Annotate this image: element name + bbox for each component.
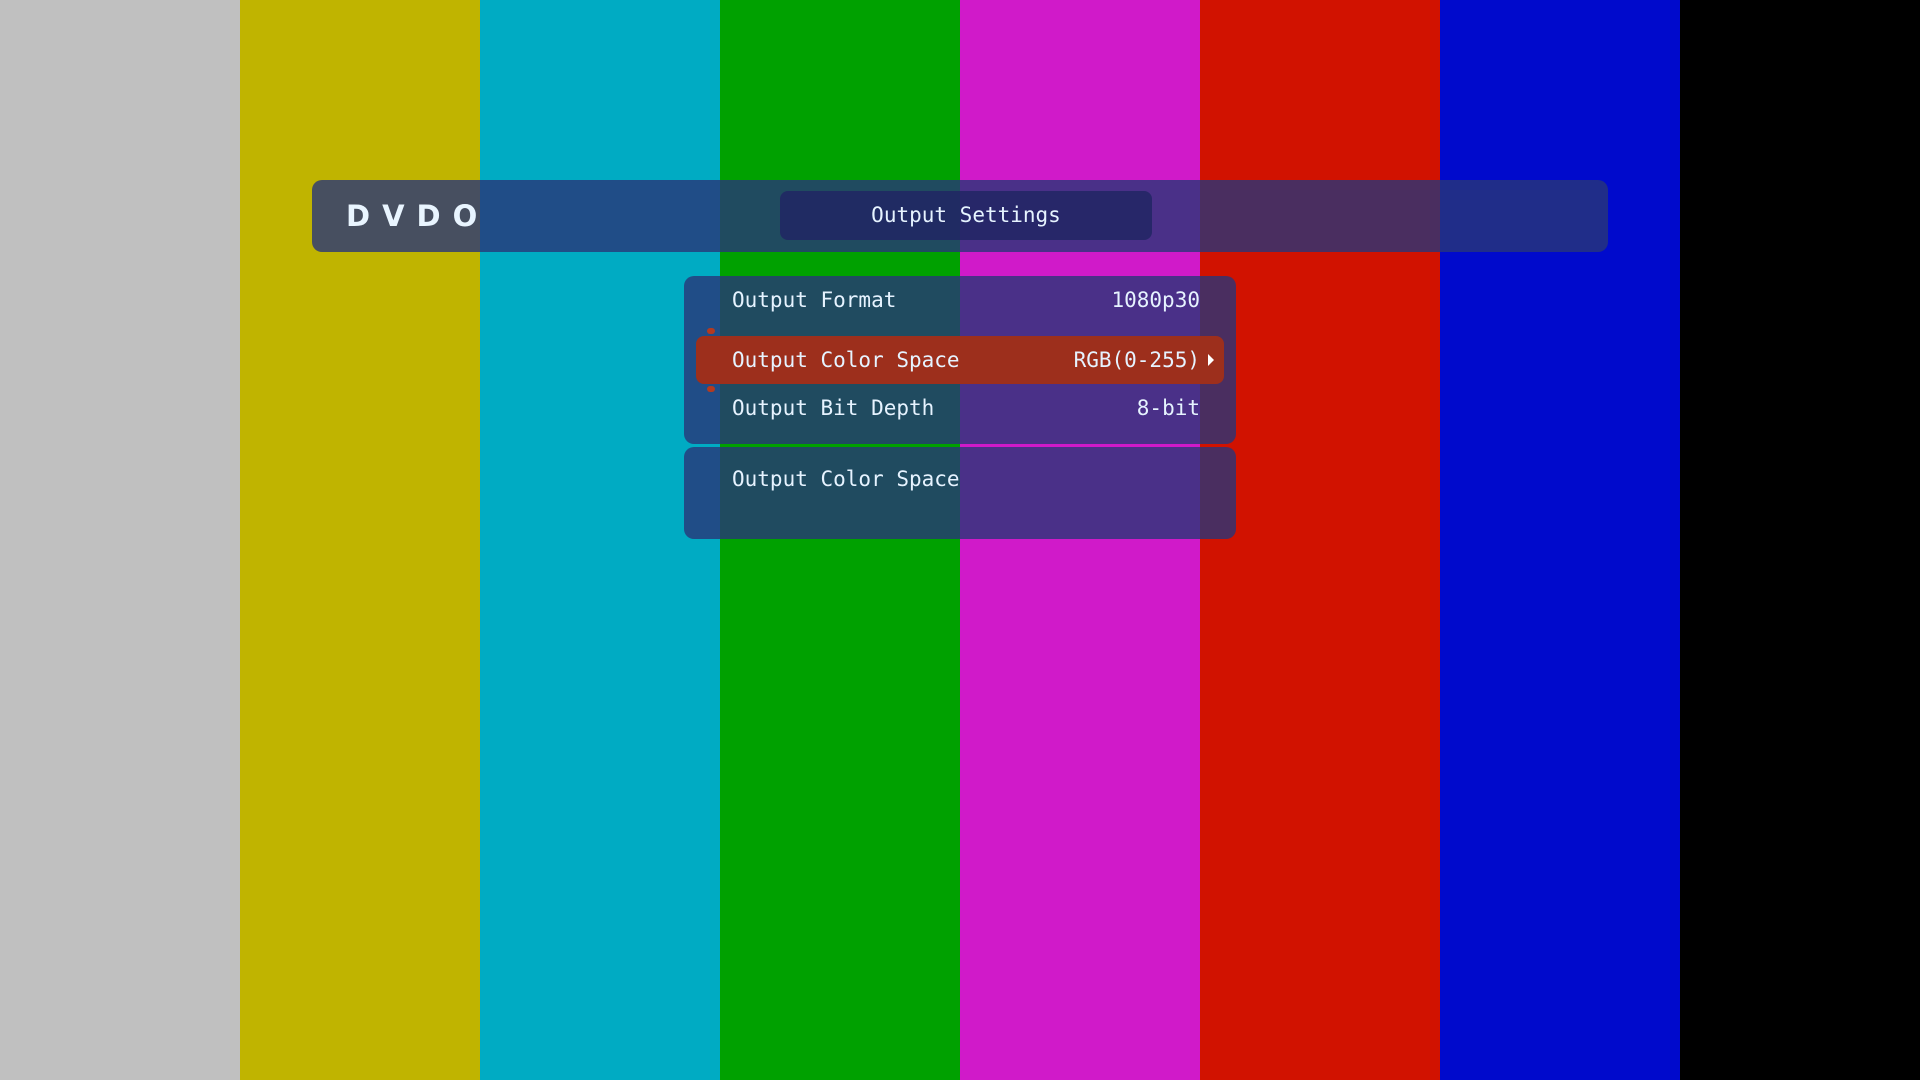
menu-item-value: 8-bit	[1136, 396, 1200, 420]
menu-item-value: RGB(0-255)	[1073, 348, 1200, 372]
menu-item-output-format[interactable]: Output Format 1080p30	[696, 276, 1224, 324]
page-title-text: Output Settings	[871, 203, 1061, 227]
settings-menu: Output Format 1080p30 Output Color Space…	[684, 276, 1236, 444]
bar-green	[720, 0, 960, 1080]
chevron-right-icon[interactable]	[1208, 354, 1214, 366]
screen: DVDO Output Settings Output Format 1080p…	[0, 0, 1920, 1080]
menu-item-output-bit-depth[interactable]: Output Bit Depth 8-bit	[696, 384, 1224, 432]
description-title: Output Color Space	[732, 467, 960, 491]
scroll-down-indicator-icon	[707, 386, 715, 392]
dvdo-logo: DVDO	[346, 199, 490, 233]
scroll-up-indicator-icon	[707, 328, 715, 334]
osd-header: DVDO Output Settings	[312, 180, 1608, 252]
bar-red	[1200, 0, 1440, 1080]
bar-gray	[0, 0, 240, 1080]
color-test-bars	[0, 0, 1920, 1080]
bar-black	[1680, 0, 1920, 1080]
menu-item-label: Output Format	[732, 288, 897, 312]
menu-item-label: Output Bit Depth	[732, 396, 935, 420]
bar-blue	[1440, 0, 1680, 1080]
menu-item-output-color-space[interactable]: Output Color Space RGB(0-255)	[696, 336, 1224, 384]
menu-item-value: 1080p30	[1111, 288, 1200, 312]
menu-item-label: Output Color Space	[732, 348, 960, 372]
bar-cyan	[480, 0, 720, 1080]
bar-yellow	[240, 0, 480, 1080]
page-title: Output Settings	[780, 191, 1152, 240]
bar-magenta	[960, 0, 1200, 1080]
description-panel: Output Color Space	[684, 447, 1236, 539]
